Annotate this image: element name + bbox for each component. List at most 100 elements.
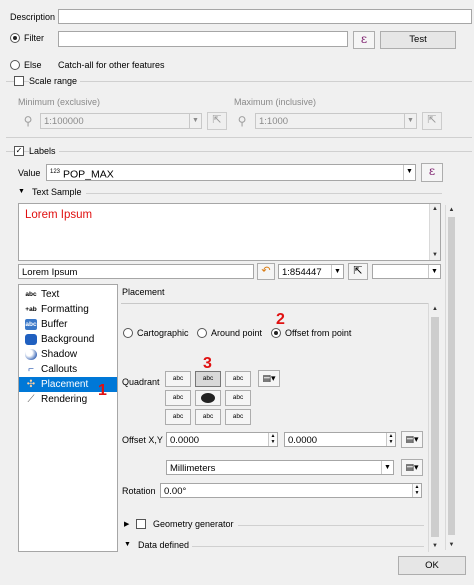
offset-from-point-label: Offset from point: [285, 328, 352, 338]
filter-label: Filter: [24, 33, 44, 43]
quadrant-right-button[interactable]: abc: [225, 390, 251, 406]
scroll-up-icon[interactable]: ▲: [429, 304, 441, 314]
section-item-buffer[interactable]: abc Buffer: [19, 317, 117, 332]
test-button[interactable]: Test: [380, 31, 456, 49]
chevron-down-icon: ▼: [428, 265, 440, 278]
quadrant-above-left-button[interactable]: abc: [165, 371, 191, 387]
collapse-triangle-icon[interactable]: ▼: [124, 541, 131, 548]
filter-radio[interactable]: [10, 33, 20, 43]
scale-range-checkbox[interactable]: [14, 76, 24, 86]
rotation-spinner[interactable]: ▲ ▼: [412, 484, 421, 497]
zoom-max-icon: ⚲: [237, 114, 247, 128]
quadrant-below-button[interactable]: abc: [195, 409, 221, 425]
sample-background-color-combo[interactable]: ▼: [372, 264, 441, 279]
min-scale-current-button[interactable]: ⇱: [207, 112, 227, 130]
buffer-icon: abc: [25, 319, 37, 330]
sample-scale-current-button[interactable]: ⇱: [348, 263, 368, 280]
quadrant-over-button[interactable]: [195, 390, 221, 406]
scroll-thumb[interactable]: [431, 317, 439, 537]
ok-button[interactable]: OK: [398, 556, 466, 575]
cartographic-radio[interactable]: [123, 328, 133, 338]
quadrant-above-button[interactable]: abc: [195, 371, 221, 387]
scroll-down-icon[interactable]: ▼: [430, 250, 440, 260]
rotation-label: Rotation: [122, 486, 156, 496]
quadrant-left-button[interactable]: abc: [165, 390, 191, 406]
section-item-text[interactable]: abc Text: [19, 287, 117, 302]
else-description: Catch-all for other features: [58, 60, 165, 70]
filter-input[interactable]: [58, 31, 348, 47]
preview-scrollbar[interactable]: ▲ ▼: [429, 204, 440, 260]
offset-label: Offset X,Y: [122, 435, 163, 445]
scroll-up-icon[interactable]: ▲: [430, 204, 440, 214]
geometry-generator-checkbox[interactable]: [136, 519, 146, 529]
main-scrollbar[interactable]: ▲ ▼: [445, 205, 457, 550]
quadrant-label: Quadrant: [122, 377, 160, 387]
annotation-2: 2: [276, 311, 285, 328]
value-combo[interactable]: 123 POP_MAX ▼: [46, 164, 416, 181]
offset-x-spinner[interactable]: ▲ ▼: [268, 433, 277, 446]
value-label: Value: [18, 168, 41, 178]
scroll-down-icon[interactable]: ▼: [446, 540, 457, 550]
value-field-name: POP_MAX: [62, 168, 114, 181]
scale-range-group-bottom: [6, 137, 472, 138]
filter-expression-button[interactable]: ε: [353, 31, 375, 49]
quadrant-below-left-button[interactable]: abc: [165, 409, 191, 425]
sample-scale-combo[interactable]: 1:854447 ▼: [278, 264, 344, 279]
description-label: Description: [10, 12, 56, 22]
units-data-defined-button[interactable]: ▤▾: [401, 459, 423, 476]
quadrant-data-defined-button[interactable]: ▤▾: [258, 370, 280, 387]
section-item-background[interactable]: Background: [19, 332, 117, 347]
expand-triangle-icon[interactable]: ▶: [124, 520, 129, 528]
rotation-input[interactable]: 0.00° ▲ ▼: [160, 483, 422, 498]
maximum-scale-combo[interactable]: 1:1000 ▼: [255, 113, 417, 129]
quadrant-above-right-button[interactable]: abc: [225, 371, 251, 387]
section-list: abc Text +ab Formatting abc Buffer Backg…: [18, 284, 118, 552]
chevron-down-icon: ▼: [331, 265, 343, 278]
offset-y-input[interactable]: 0.0000 ▲ ▼: [284, 432, 396, 447]
maximum-scale-label: Maximum (inclusive): [234, 97, 317, 107]
labels-group-line: [6, 151, 472, 152]
quadrant-over-icon: [201, 393, 215, 403]
around-point-radio[interactable]: [197, 328, 207, 338]
labels-label: Labels: [29, 146, 59, 157]
section-item-formatting[interactable]: +ab Formatting: [19, 302, 117, 317]
max-scale-current-button[interactable]: ⇱: [422, 112, 442, 130]
annotation-3: 3: [203, 355, 212, 372]
numeric-field-icon: 123: [50, 169, 61, 175]
description-input[interactable]: [58, 9, 472, 24]
shadow-icon: [25, 349, 37, 360]
maximum-scale-value: 1:1000: [259, 116, 289, 127]
else-radio[interactable]: [10, 60, 20, 70]
minimum-scale-combo[interactable]: 1:100000 ▼: [40, 113, 202, 129]
offset-y-spinner[interactable]: ▲ ▼: [386, 433, 395, 446]
chevron-down-icon: ▼: [404, 114, 416, 128]
scroll-thumb[interactable]: [448, 217, 455, 535]
placement-title: Placement: [122, 287, 165, 297]
offset-x-input[interactable]: 0.0000 ▲ ▼: [166, 432, 278, 447]
scroll-up-icon[interactable]: ▲: [446, 205, 457, 215]
preview-text: Lorem Ipsum: [25, 209, 93, 221]
text-sample-label: Text Sample: [32, 187, 82, 197]
placement-scrollbar[interactable]: ▲ ▼: [428, 303, 441, 552]
offset-units-combo[interactable]: Millimeters ▼: [166, 460, 394, 475]
offset-data-defined-button[interactable]: ▤▾: [401, 431, 423, 448]
else-label: Else: [24, 60, 42, 70]
labels-checkbox[interactable]: ✓: [14, 146, 24, 156]
chevron-down-icon: ▼: [189, 114, 201, 128]
scroll-down-icon[interactable]: ▼: [429, 541, 441, 551]
scale-range-label: Scale range: [29, 76, 81, 87]
text-sample-line: [86, 193, 442, 194]
data-defined-line: [192, 546, 424, 547]
reset-sample-button[interactable]: ↶: [257, 263, 275, 280]
value-expression-button[interactable]: ε: [421, 163, 443, 182]
sample-text-input[interactable]: Lorem Ipsum: [18, 264, 254, 279]
section-item-callouts[interactable]: ⌐ Callouts: [19, 362, 117, 377]
quadrant-below-right-button[interactable]: abc: [225, 409, 251, 425]
background-icon: [25, 334, 37, 345]
formatting-icon: +ab: [25, 306, 37, 313]
collapse-triangle-icon[interactable]: ▼: [18, 188, 25, 195]
offset-from-point-radio[interactable]: [271, 328, 281, 338]
section-item-shadow[interactable]: Shadow: [19, 347, 117, 362]
chevron-down-icon: ▼: [381, 461, 393, 474]
text-sample-preview: Lorem Ipsum ▲ ▼: [18, 203, 441, 261]
